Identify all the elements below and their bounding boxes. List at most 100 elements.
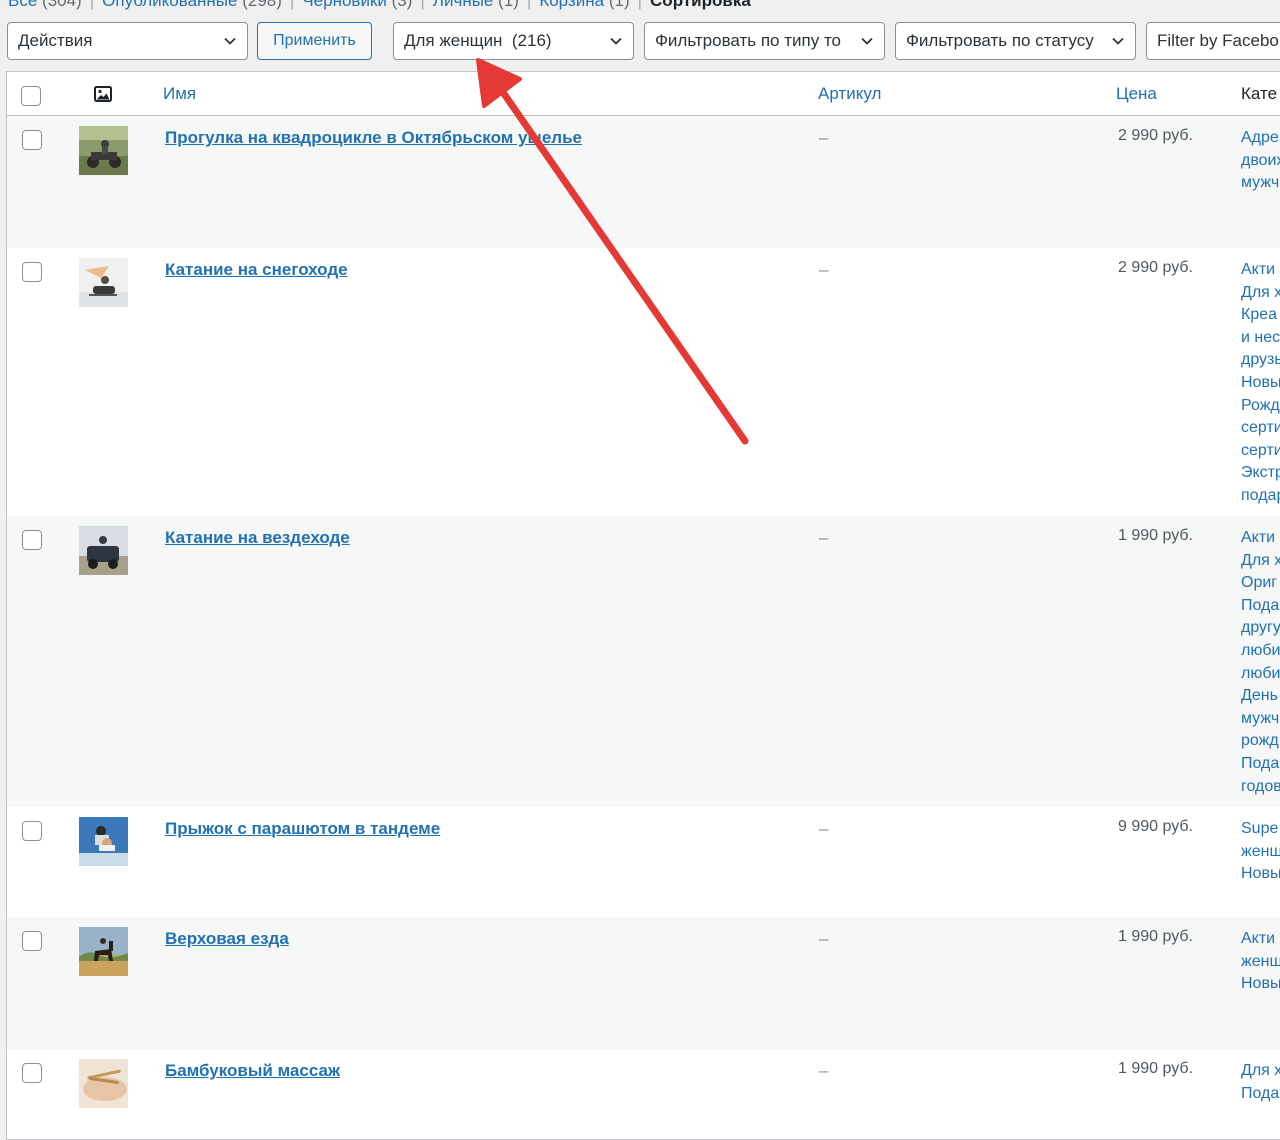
category-link[interactable]: серти <box>1241 417 1280 440</box>
category-link[interactable]: мужч <box>1241 172 1280 195</box>
status-published-link[interactable]: Опубликованные (298) <box>102 0 282 10</box>
status-filter-links: Все (304) | Опубликованные (298) | Черновики… <box>8 0 751 10</box>
table-row: Верховая езда – 1 990 руб. Акти женщ Нов… <box>7 917 1280 1049</box>
bulk-actions-select[interactable]: Действия <box>7 22 248 60</box>
atv-offroad-photo-icon <box>79 526 128 575</box>
chevron-down-icon <box>1111 34 1125 48</box>
category-link[interactable]: друзь <box>1241 349 1280 372</box>
category-link[interactable]: Supe <box>1241 818 1280 841</box>
category-link[interactable]: люби <box>1241 663 1280 686</box>
row-checkbox[interactable] <box>22 931 42 951</box>
product-thumbnail[interactable] <box>79 817 128 866</box>
category-link[interactable]: Новы <box>1241 372 1280 395</box>
category-link[interactable]: рожд <box>1241 730 1280 753</box>
table-row: Катание на вездеходе – 1 990 руб. Акти Д… <box>7 516 1280 807</box>
product-thumbnail[interactable] <box>79 126 128 175</box>
products-table: Имя Артикул Цена Кате Прогулка на квадро… <box>6 71 1280 1140</box>
category-link[interactable]: Акти <box>1241 928 1280 951</box>
category-link[interactable]: Для х <box>1241 1060 1280 1083</box>
status-trash-link[interactable]: Корзина (1) <box>539 0 629 10</box>
category-link[interactable]: Рожд <box>1241 395 1280 418</box>
product-sku: – <box>819 819 829 838</box>
product-sku: – <box>819 528 829 547</box>
table-row: Бамбуковый массаж – 1 990 руб. Для х Под… <box>7 1049 1280 1139</box>
chevron-down-icon <box>224 37 236 45</box>
image-column-icon <box>94 86 112 102</box>
category-filter-value: Для женщин (216) <box>404 31 552 50</box>
row-checkbox[interactable] <box>22 821 42 841</box>
table-row: Катание на снегоходе – 2 990 руб. Акти Д… <box>7 248 1280 516</box>
category-link[interactable]: Адре <box>1241 127 1280 150</box>
product-sku: – <box>819 260 829 279</box>
status-private-link[interactable]: Личные (1) <box>433 0 519 10</box>
chevron-down-icon <box>610 37 622 45</box>
product-name-link[interactable]: Бамбуковый массаж <box>165 1061 340 1081</box>
product-price: 2 990 руб. <box>1118 127 1193 144</box>
chevron-down-icon <box>860 34 874 48</box>
row-checkbox[interactable] <box>22 1063 42 1083</box>
row-checkbox[interactable] <box>22 262 42 282</box>
category-link[interactable]: другу <box>1241 617 1280 640</box>
category-link[interactable]: двоих <box>1241 150 1280 173</box>
category-link[interactable]: Новы <box>1241 863 1280 886</box>
table-row: Прогулка на квадроцикле в Октябрьском ущ… <box>7 116 1280 248</box>
product-price: 1 990 руб. <box>1118 1060 1193 1077</box>
category-link[interactable]: мужч <box>1241 708 1280 731</box>
category-link[interactable]: Креа <box>1241 304 1280 327</box>
category-link[interactable]: Акти <box>1241 259 1280 282</box>
category-link[interactable]: Пода <box>1241 595 1280 618</box>
product-sku: – <box>819 929 829 948</box>
category-link[interactable]: Пода <box>1241 1083 1280 1106</box>
category-link[interactable]: Для х <box>1241 282 1280 305</box>
product-sku: – <box>819 128 829 147</box>
facebook-filter-value: Filter by Facebo <box>1157 31 1279 50</box>
column-sku-header[interactable]: Артикул <box>818 84 881 104</box>
table-header: Имя Артикул Цена Кате <box>7 72 1280 116</box>
product-name-link[interactable]: Верховая езда <box>165 929 289 949</box>
product-name-link[interactable]: Прыжок с парашютом в тандеме <box>165 819 440 839</box>
product-categories: Акти Для х Ориг Пода другу люби люби Ден… <box>1241 527 1280 798</box>
product-categories: Акти женщ Новы <box>1241 928 1280 996</box>
category-link[interactable]: Ориг <box>1241 572 1280 595</box>
table-row: Прыжок с парашютом в тандеме – 9 990 руб… <box>7 807 1280 917</box>
product-type-filter-select[interactable]: Фильтровать по типу то <box>644 22 885 60</box>
row-checkbox[interactable] <box>22 530 42 550</box>
category-link[interactable]: годов <box>1241 776 1280 799</box>
column-price-header[interactable]: Цена <box>1116 84 1157 104</box>
select-all-checkbox[interactable] <box>21 86 41 106</box>
product-price: 2 990 руб. <box>1118 259 1193 276</box>
product-name-link[interactable]: Катание на снегоходе <box>165 260 348 280</box>
category-link[interactable]: Пода <box>1241 753 1280 776</box>
product-name-link[interactable]: Катание на вездеходе <box>165 528 350 548</box>
apply-button[interactable]: Применить <box>257 22 372 60</box>
status-sorting-current[interactable]: Сортировка <box>650 0 751 10</box>
category-link[interactable]: и нес <box>1241 327 1280 350</box>
category-link[interactable]: Для х <box>1241 550 1280 573</box>
product-thumbnail[interactable] <box>79 526 128 575</box>
category-link[interactable]: Акти <box>1241 527 1280 550</box>
category-link[interactable]: женщ <box>1241 841 1280 864</box>
status-all-link[interactable]: Все (304) <box>8 0 82 10</box>
status-drafts-link[interactable]: Черновики (3) <box>302 0 412 10</box>
quad-bike-photo-icon <box>79 126 128 175</box>
product-price: 1 990 руб. <box>1118 928 1193 945</box>
category-link[interactable]: День <box>1241 685 1280 708</box>
row-checkbox[interactable] <box>22 130 42 150</box>
stock-status-filter-select[interactable]: Фильтровать по статусу <box>895 22 1136 60</box>
category-link[interactable]: люби <box>1241 640 1280 663</box>
stock-status-filter-value: Фильтровать по статусу <box>906 31 1094 50</box>
product-price: 9 990 руб. <box>1118 818 1193 835</box>
product-thumbnail[interactable] <box>79 258 128 307</box>
product-thumbnail[interactable] <box>79 927 128 976</box>
column-name-header[interactable]: Имя <box>163 84 196 104</box>
category-link[interactable]: Новы <box>1241 973 1280 996</box>
category-link[interactable]: подар <box>1241 485 1280 508</box>
parachute-photo-icon <box>79 817 128 866</box>
product-thumbnail[interactable] <box>79 1059 128 1108</box>
category-filter-select[interactable]: Для женщин (216) <box>393 22 634 60</box>
facebook-sync-filter-select[interactable]: Filter by Facebo <box>1146 22 1280 60</box>
category-link[interactable]: Экстр <box>1241 462 1280 485</box>
product-name-link[interactable]: Прогулка на квадроцикле в Октябрьском ущ… <box>165 128 582 148</box>
category-link[interactable]: серти <box>1241 440 1280 463</box>
category-link[interactable]: женщ <box>1241 951 1280 974</box>
